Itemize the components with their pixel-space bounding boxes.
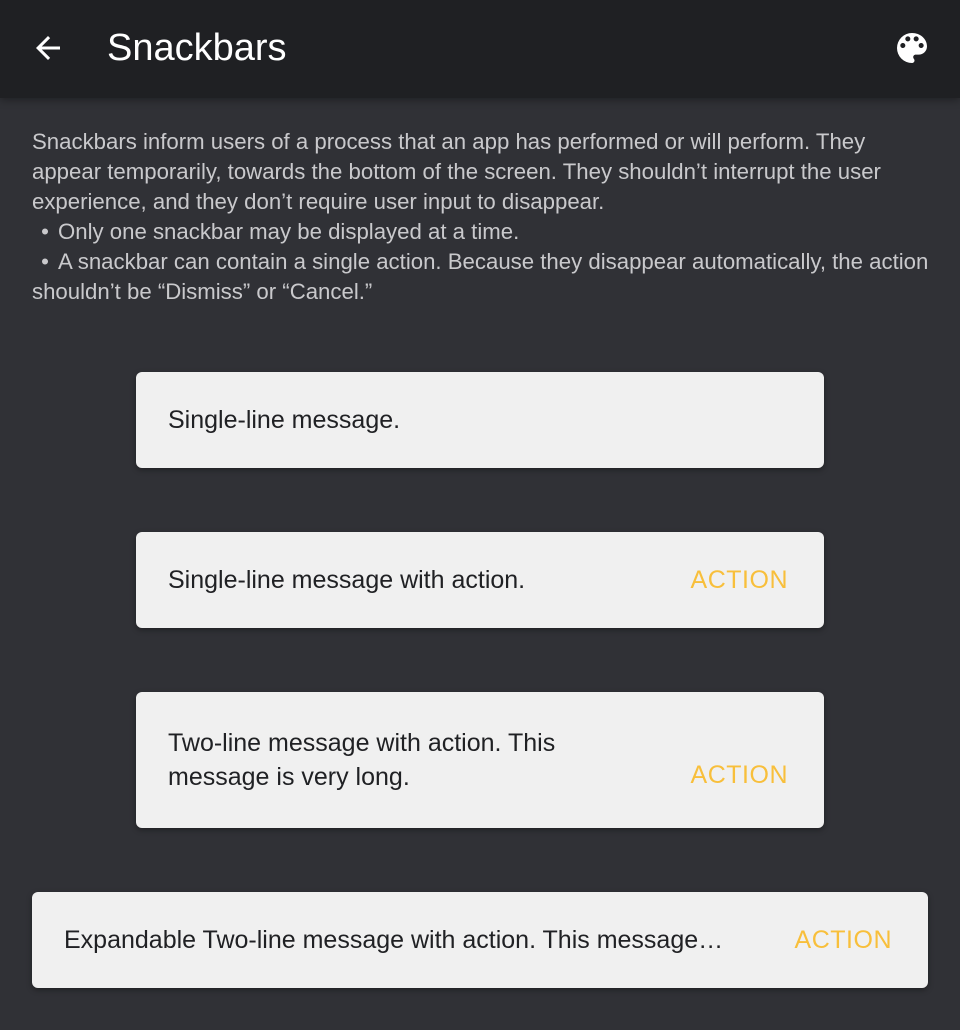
snackbar-single-line-action: Single-line message with action. ACTION xyxy=(136,532,824,628)
description: Snackbars inform users of a process that… xyxy=(32,127,937,307)
palette-icon xyxy=(897,33,927,63)
snackbar-two-line-action: Two-line message with action. This messa… xyxy=(136,692,824,828)
snackbar-single-line: Single-line message. xyxy=(136,372,824,468)
back-button[interactable] xyxy=(20,20,76,76)
app-bar: Snackbars xyxy=(0,0,960,98)
theme-palette-button[interactable] xyxy=(884,20,940,76)
page-title: Snackbars xyxy=(107,27,287,69)
snackbar-expandable-two-line-action[interactable]: Expandable Two-line message with action.… xyxy=(32,892,928,988)
description-bullet: • A snackbar can contain a single action.… xyxy=(32,247,937,307)
bullet-text: Only one snackbar may be displayed at a … xyxy=(58,219,520,244)
description-bullet: • Only one snackbar may be displayed at … xyxy=(32,217,937,247)
snackbar-message: Two-line message with action. This messa… xyxy=(168,729,556,791)
snackbar-action-button[interactable]: ACTION xyxy=(795,923,892,957)
bullet-text: A snackbar can contain a single action. … xyxy=(32,249,929,304)
arrow-left-icon xyxy=(36,36,60,60)
snackbar-message: Single-line message with action. xyxy=(168,566,526,594)
bullet-dot: • xyxy=(41,249,49,274)
snackbar-action-button[interactable]: ACTION xyxy=(691,563,788,597)
snackbar-message: Single-line message. xyxy=(168,406,401,434)
snackbar-action-button[interactable]: ACTION xyxy=(691,758,788,792)
description-paragraph: Snackbars inform users of a process that… xyxy=(32,129,881,214)
bullet-dot: • xyxy=(41,219,49,244)
snackbar-message: Expandable Two-line message with action.… xyxy=(64,926,724,954)
